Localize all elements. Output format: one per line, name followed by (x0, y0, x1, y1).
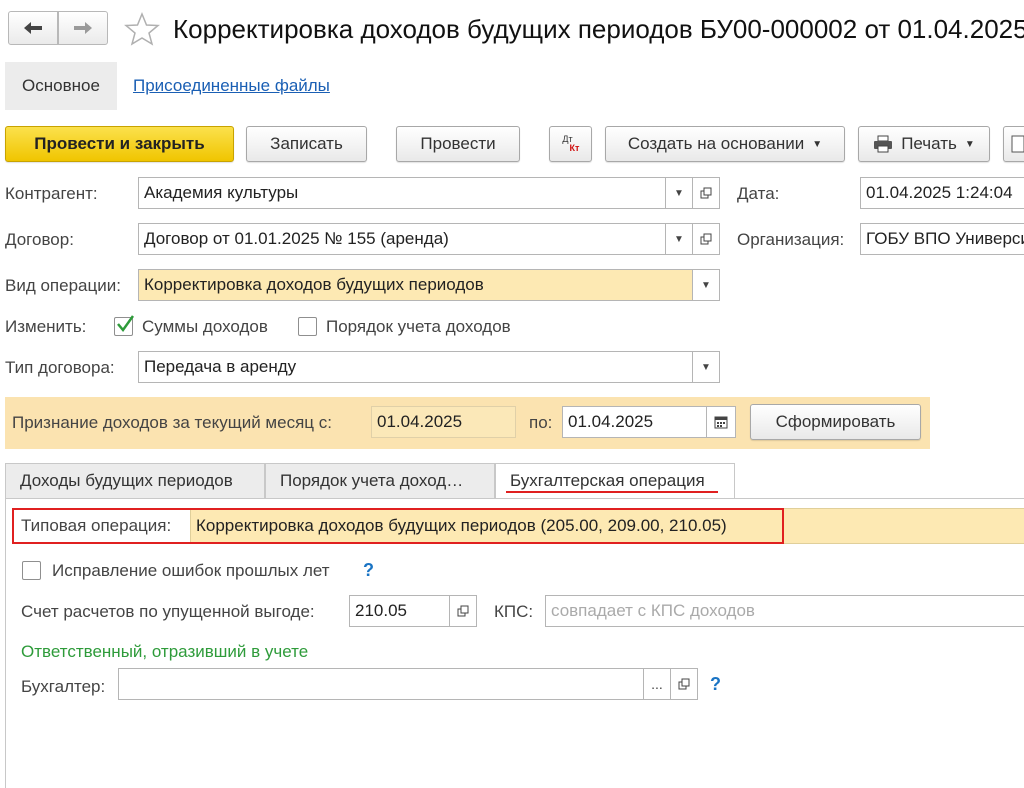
contract-type-dropdown[interactable]: ▼ (692, 351, 720, 383)
print-label: Печать (901, 134, 957, 153)
arrow-right-icon (74, 22, 92, 34)
tab-income-order[interactable]: Порядок учета доход… (265, 463, 495, 499)
counterparty-input[interactable]: Академия культуры (138, 177, 667, 209)
change-label: Изменить: (5, 317, 87, 336)
accountant-input[interactable] (118, 668, 645, 700)
order-label: Порядок учета доходов (326, 317, 511, 336)
arrow-left-icon (24, 22, 42, 34)
organization-label: Организация: (737, 230, 845, 249)
recognition-label: Признание доходов за текущий месяц с: (12, 413, 332, 432)
typical-operation-value: Корректировка доходов будущих периодов (… (196, 516, 727, 535)
tab-underline-annotation (506, 491, 718, 493)
tab-accounting-operation[interactable]: Бухгалтерская операция (495, 463, 735, 499)
counterparty-dropdown[interactable]: ▼ (665, 177, 693, 209)
account-input[interactable]: 210.05 (349, 595, 450, 627)
attached-files-link[interactable]: Присоединенные файлы (133, 76, 330, 96)
calendar-button[interactable] (706, 406, 736, 438)
sums-label: Суммы доходов (142, 317, 268, 336)
report-button[interactable] (1003, 126, 1024, 162)
star-icon[interactable] (124, 12, 160, 46)
date-label: Дата: (737, 184, 780, 203)
date-input[interactable]: 01.04.2025 1:24:04 (860, 177, 1024, 209)
open-icon (700, 187, 712, 199)
kps-input[interactable]: совпадает с КПС доходов (545, 595, 1024, 627)
open-icon (457, 605, 469, 617)
fix-errors-label: Исправление ошибок прошлых лет (52, 561, 330, 580)
account-open[interactable] (449, 595, 477, 627)
page-title: Корректировка доходов будущих периодов Б… (173, 14, 1024, 44)
help-icon[interactable]: ? (363, 560, 374, 581)
checkmark-icon (117, 315, 134, 333)
recognition-to-input[interactable]: 01.04.2025 (562, 406, 708, 438)
calendar-icon (714, 416, 728, 429)
operation-type-input[interactable]: Корректировка доходов будущих периодов (138, 269, 694, 301)
chevron-down-icon: ▼ (812, 138, 823, 150)
contract-type-label: Тип договора: (5, 358, 115, 377)
open-icon (700, 233, 712, 245)
contract-type-input[interactable]: Передача в аренду (138, 351, 694, 383)
recognition-from-input: 01.04.2025 (371, 406, 516, 438)
accountant-label: Бухгалтер: (21, 677, 106, 696)
operation-type-dropdown[interactable]: ▼ (692, 269, 720, 301)
responsible-header: Ответственный, отразивший в учете (21, 642, 309, 661)
contract-label: Договор: (5, 230, 74, 249)
contract-input[interactable]: Договор от 01.01.2025 № 155 (аренда) (138, 223, 667, 255)
contract-open[interactable] (692, 223, 720, 255)
account-label: Счет расчетов по упущенной выгоде: (21, 602, 315, 621)
open-icon (678, 678, 690, 690)
kps-label: КПС: (494, 602, 534, 621)
tab-future-income[interactable]: Доходы будущих периодов (5, 463, 265, 499)
chevron-down-icon: ▼ (701, 361, 711, 373)
report-icon (1011, 135, 1024, 153)
printer-icon (874, 135, 893, 153)
dt-kt-icon-bottom: Кт (569, 143, 580, 153)
accountant-select-button[interactable]: ... (643, 668, 671, 700)
help-icon[interactable]: ? (710, 674, 721, 695)
generate-button[interactable]: Сформировать (750, 404, 921, 440)
operation-type-label: Вид операции: (5, 276, 121, 295)
chevron-down-icon: ▼ (964, 138, 975, 150)
counterparty-label: Контрагент: (5, 184, 98, 203)
dt-kt-button[interactable]: Дт Кт (549, 126, 592, 162)
organization-input[interactable]: ГОБУ ВПО Университет (860, 223, 1024, 255)
forward-button[interactable] (58, 11, 108, 45)
back-button[interactable] (8, 11, 58, 45)
chevron-down-icon: ▼ (674, 187, 684, 199)
contract-dropdown[interactable]: ▼ (665, 223, 693, 255)
chevron-down-icon: ▼ (701, 279, 711, 291)
post-and-close-button[interactable]: Провести и закрыть (5, 126, 234, 162)
tab-accounting-operation-label: Бухгалтерская операция (510, 471, 705, 490)
order-checkbox[interactable] (298, 317, 317, 336)
create-based-on-label: Создать на основании (627, 134, 805, 153)
accountant-open[interactable] (670, 668, 698, 700)
fix-errors-checkbox[interactable] (22, 561, 41, 580)
counterparty-open[interactable] (692, 177, 720, 209)
post-button[interactable]: Провести (396, 126, 520, 162)
create-based-on-button[interactable]: Создать на основании ▼ (605, 126, 845, 162)
tab-main[interactable]: Основное (5, 62, 117, 110)
typical-operation-label: Типовая операция: (21, 516, 172, 535)
tab-main-label: Основное (22, 76, 100, 95)
print-button[interactable]: Печать ▼ (858, 126, 990, 162)
recognition-to-label: по: (529, 413, 553, 432)
sums-checkbox[interactable] (114, 315, 134, 336)
save-button[interactable]: Записать (246, 126, 367, 162)
chevron-down-icon: ▼ (674, 233, 684, 245)
